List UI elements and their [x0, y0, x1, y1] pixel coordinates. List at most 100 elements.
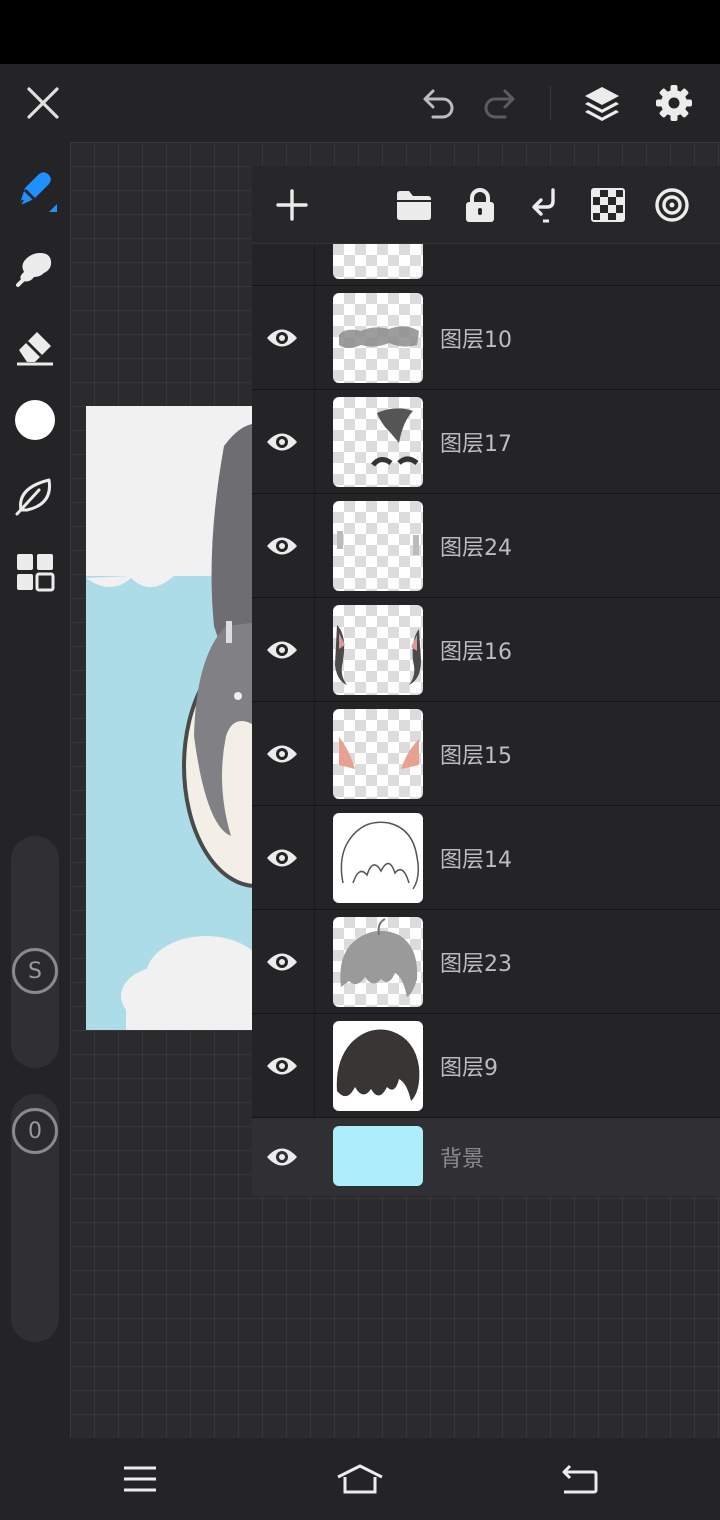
brush-size-slider[interactable]: S [11, 836, 59, 1068]
layer-row[interactable]: 图层16 [252, 598, 720, 702]
top-toolbar [0, 64, 720, 142]
merge-down-button[interactable] [514, 166, 574, 244]
layer-thumbnail [333, 605, 423, 695]
grid-icon [17, 554, 55, 592]
visibility-toggle[interactable] [262, 702, 302, 805]
layer-thumbnail [333, 501, 423, 591]
layer-panel: 图层10 图层17 图层24 图层16 图层15 图层14 图层23 图层9 背… [252, 166, 720, 1196]
layer-name: 图层17 [440, 431, 512, 457]
visibility-toggle[interactable] [262, 494, 302, 597]
layer-name: 图层15 [440, 743, 512, 769]
undo-button[interactable] [412, 64, 462, 142]
menu-button[interactable] [100, 1438, 180, 1520]
eye-icon [267, 641, 297, 658]
visibility-toggle[interactable] [262, 598, 302, 701]
undo-icon [423, 89, 454, 119]
layer-row[interactable]: 图层17 [252, 390, 720, 494]
layer-thumbnail [333, 813, 423, 903]
leaf-tool-button[interactable] [0, 464, 70, 528]
opacity-slider-label: 0 [28, 1118, 42, 1144]
layer-thumbnail [333, 244, 423, 279]
eye-icon [267, 1148, 297, 1166]
folder-button[interactable] [384, 166, 444, 244]
layer-name: 图层9 [440, 1055, 498, 1081]
eye-icon [267, 953, 297, 970]
smudge-tool-button[interactable] [0, 236, 70, 300]
target-button[interactable] [642, 166, 702, 244]
layers-icon [585, 87, 619, 121]
system-nav-bar [0, 1438, 720, 1520]
layer-row[interactable]: 图层14 [252, 806, 720, 910]
home-icon [337, 1464, 383, 1494]
layer-list: 图层10 图层17 图层24 图层16 图层15 图层14 图层23 图层9 背… [252, 244, 720, 1196]
back-button[interactable] [540, 1438, 620, 1520]
grid-tool-button[interactable] [0, 540, 70, 604]
color-picker-button[interactable] [0, 388, 70, 452]
layer-thumbnail [333, 1021, 423, 1111]
artwork [86, 406, 268, 1030]
layer-name: 背景 [440, 1147, 485, 1172]
eye-icon [267, 1057, 297, 1074]
left-toolbar: S 0 [0, 142, 70, 1438]
layer-thumbnail [333, 1126, 423, 1186]
artwork-image [86, 406, 268, 1030]
layer-row[interactable]: 图层23 [252, 910, 720, 1014]
layer-panel-toolbar [252, 166, 720, 244]
layer-thumbnail [333, 709, 423, 799]
layer-thumbnail [333, 917, 423, 1007]
eraser-tool-button[interactable] [0, 314, 70, 378]
size-slider-label: S [28, 958, 42, 984]
layer-row[interactable]: 图层15 [252, 702, 720, 806]
layer-name: 图层16 [440, 639, 512, 665]
layer-name: 图层24 [440, 535, 512, 561]
settings-button[interactable] [648, 64, 700, 142]
eye-icon [267, 745, 297, 762]
opacity-slider-knob[interactable]: 0 [12, 1108, 58, 1154]
target-icon [655, 188, 689, 222]
visibility-toggle[interactable] [262, 910, 302, 1013]
size-slider-knob[interactable]: S [12, 948, 58, 994]
visibility-toggle[interactable] [262, 390, 302, 493]
status-bar [0, 0, 720, 64]
redo-button[interactable] [476, 64, 526, 142]
layers-button[interactable] [576, 64, 628, 142]
visibility-toggle[interactable] [262, 1118, 302, 1196]
layer-row[interactable]: 图层24 [252, 494, 720, 598]
eye-icon [267, 329, 297, 346]
pen-icon [16, 172, 57, 212]
layer-thumbnail [333, 293, 423, 383]
pen-tool-button[interactable] [0, 158, 70, 222]
layer-name: 图层23 [440, 951, 512, 977]
visibility-toggle[interactable] [262, 1014, 302, 1117]
home-button[interactable] [320, 1438, 400, 1520]
layer-row-selected[interactable]: 背景 [252, 1118, 720, 1196]
layer-row[interactable] [252, 244, 720, 286]
close-button[interactable] [18, 64, 68, 142]
layer-thumbnail [333, 397, 423, 487]
close-icon [27, 87, 59, 119]
add-layer-button[interactable] [262, 166, 322, 244]
layer-row[interactable]: 图层10 [252, 286, 720, 390]
eraser-icon [17, 332, 53, 366]
menu-icon [124, 1466, 156, 1492]
layer-name: 图层10 [440, 327, 512, 353]
layer-name: 图层14 [440, 847, 512, 873]
transparency-button[interactable] [578, 166, 638, 244]
visibility-toggle[interactable] [262, 806, 302, 909]
back-icon [562, 1464, 598, 1494]
lock-icon [466, 188, 494, 222]
eye-icon [267, 537, 297, 554]
leaf-icon [15, 478, 52, 516]
transparency-icon [591, 188, 625, 222]
redo-icon [484, 89, 515, 119]
opacity-slider[interactable]: 0 [11, 1094, 59, 1342]
visibility-toggle[interactable] [262, 286, 302, 389]
eye-icon [267, 433, 297, 450]
lock-button[interactable] [450, 166, 510, 244]
toolbar-divider [550, 86, 551, 120]
add-layer-icon [276, 189, 308, 221]
smudge-icon [16, 253, 52, 287]
eye-icon [267, 849, 297, 866]
layer-row[interactable]: 图层9 [252, 1014, 720, 1118]
color-swatch [15, 400, 55, 440]
